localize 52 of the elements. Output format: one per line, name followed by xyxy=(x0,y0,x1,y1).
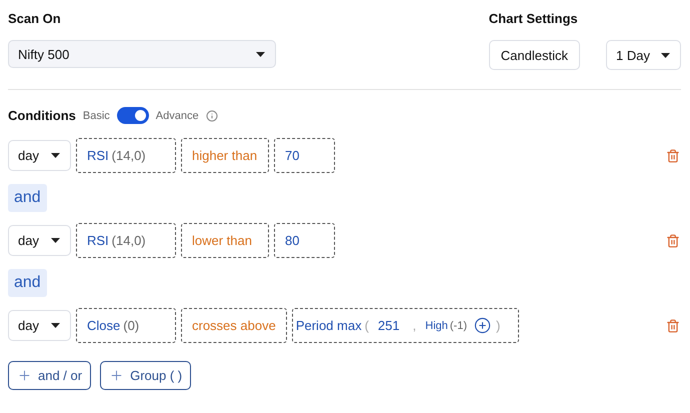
delete-icon[interactable] xyxy=(666,318,680,332)
indicator-params: (14,0) xyxy=(112,148,146,163)
section-heading: Scan On xyxy=(8,10,62,27)
delete-icon[interactable] xyxy=(666,234,680,248)
caret-icon xyxy=(256,52,265,56)
universe-dropdown[interactable]: Nifty 500 xyxy=(8,40,276,68)
add-button[interactable]: and / or xyxy=(8,361,92,390)
value-text: 80 xyxy=(285,233,300,248)
indicator-params: (-1) xyxy=(450,320,467,332)
caret-icon xyxy=(661,52,670,58)
close-paren: ) xyxy=(496,318,500,333)
indicator-params: (14,0) xyxy=(112,233,146,248)
indicator-slot[interactable]: RSI (14,0) xyxy=(76,223,176,258)
connector-label: and xyxy=(8,184,47,212)
operator-text: lower than xyxy=(192,233,252,248)
section-heading: Conditions xyxy=(8,107,76,124)
operator-text: higher than xyxy=(192,148,258,163)
open-paren: ( xyxy=(364,318,369,333)
timeframe-dropdown[interactable]: day xyxy=(8,310,71,341)
value-text: 70 xyxy=(285,148,300,163)
plus-icon xyxy=(17,368,32,383)
caret-icon xyxy=(51,153,60,158)
interval-dropdown[interactable]: 1 Day xyxy=(606,40,681,70)
plus-icon xyxy=(109,368,124,383)
mode-label: Advance xyxy=(156,110,199,122)
section-heading: Chart Settings xyxy=(488,10,579,27)
caret-icon xyxy=(51,238,60,243)
indicator-name: RSI xyxy=(87,148,109,163)
delete-icon[interactable] xyxy=(666,148,680,162)
info-icon[interactable] xyxy=(206,110,218,122)
separator: , xyxy=(412,318,416,333)
timeframe-dropdown[interactable]: day xyxy=(8,225,71,256)
value-slot[interactable]: 80 xyxy=(274,223,335,258)
caret-icon xyxy=(51,323,60,328)
operator-text: crosses above xyxy=(192,318,276,333)
add-icon[interactable] xyxy=(474,317,491,334)
value-slot[interactable]: 70 xyxy=(274,138,335,173)
indicator-params: (0) xyxy=(123,318,140,333)
function-slot[interactable]: Period max ( 251 , High (-1) ) xyxy=(292,308,519,343)
timeframe-dropdown[interactable]: day xyxy=(8,140,71,171)
add-button[interactable]: Group ( ) xyxy=(100,361,192,390)
function-name: Period max xyxy=(296,318,362,333)
indicator-slot[interactable]: Close (0) xyxy=(76,308,176,343)
connector-label: and xyxy=(8,269,47,297)
indicator-slot[interactable]: RSI (14,0) xyxy=(76,138,176,173)
chart-type-button[interactable]: Candlestick xyxy=(488,40,580,70)
value-text: 251 xyxy=(378,318,400,333)
indicator-name: Close xyxy=(87,318,120,333)
indicator-name: High xyxy=(425,320,448,332)
mode-label: Basic xyxy=(82,110,110,122)
mode-toggle[interactable] xyxy=(116,107,149,124)
indicator-name: RSI xyxy=(87,233,109,248)
